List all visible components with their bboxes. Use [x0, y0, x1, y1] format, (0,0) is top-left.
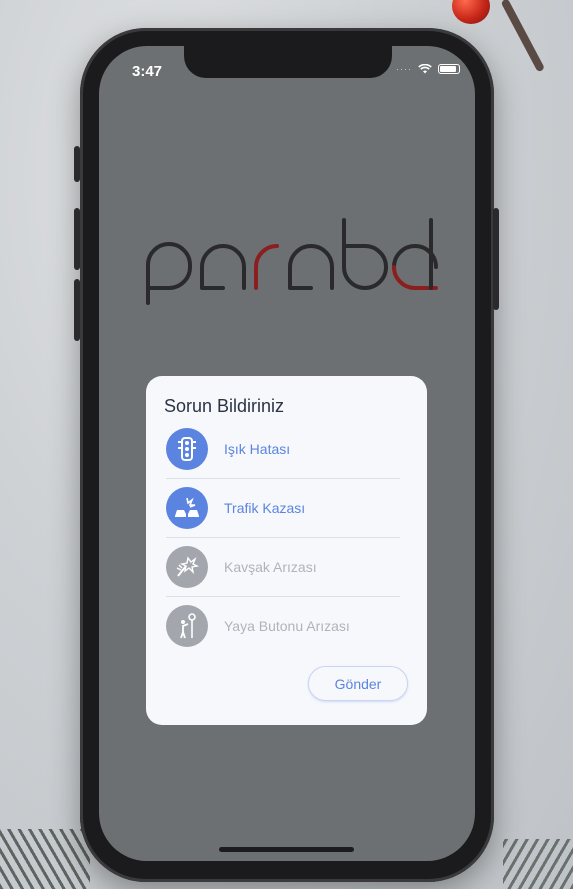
volume-up-button [74, 208, 80, 270]
broken-signal-icon [166, 546, 208, 588]
option-label: Trafik Kazası [224, 500, 306, 516]
berry-decoration [452, 0, 490, 24]
send-button[interactable]: Gönder [308, 666, 408, 701]
parabol-logo [146, 218, 438, 305]
option-pedestrian-button-fault[interactable]: Yaya Butonu Arızası [166, 597, 402, 655]
power-button [493, 208, 499, 310]
status-time: 3:47 [132, 63, 163, 80]
volume-down-button [74, 279, 80, 341]
pedestrian-button-icon [166, 605, 208, 647]
car-crash-icon [166, 487, 208, 529]
report-dialog: Sorun Bildiriniz Işık Hatası Trafik Kaza… [146, 376, 427, 725]
option-label: Işık Hatası [224, 441, 291, 457]
option-junction-fault[interactable]: Kavşak Arızası [166, 538, 402, 596]
twig-decoration [500, 0, 546, 73]
notch [184, 46, 392, 78]
pine-decoration-left [0, 829, 90, 889]
pine-decoration-right [503, 839, 573, 889]
option-label: Yaya Butonu Arızası [224, 618, 350, 634]
traffic-light-icon [166, 428, 208, 470]
home-indicator[interactable] [219, 847, 354, 852]
wifi-icon [418, 64, 432, 74]
signal-icon: ···· [396, 64, 412, 74]
option-traffic-accident[interactable]: Trafik Kazası [166, 479, 402, 537]
dialog-title: Sorun Bildiriniz [164, 396, 285, 416]
status-icons: ···· [396, 64, 460, 74]
mute-switch [74, 146, 80, 182]
battery-icon [438, 64, 460, 74]
option-label: Kavşak Arızası [224, 559, 317, 575]
option-light-fault[interactable]: Işık Hatası [166, 420, 402, 478]
